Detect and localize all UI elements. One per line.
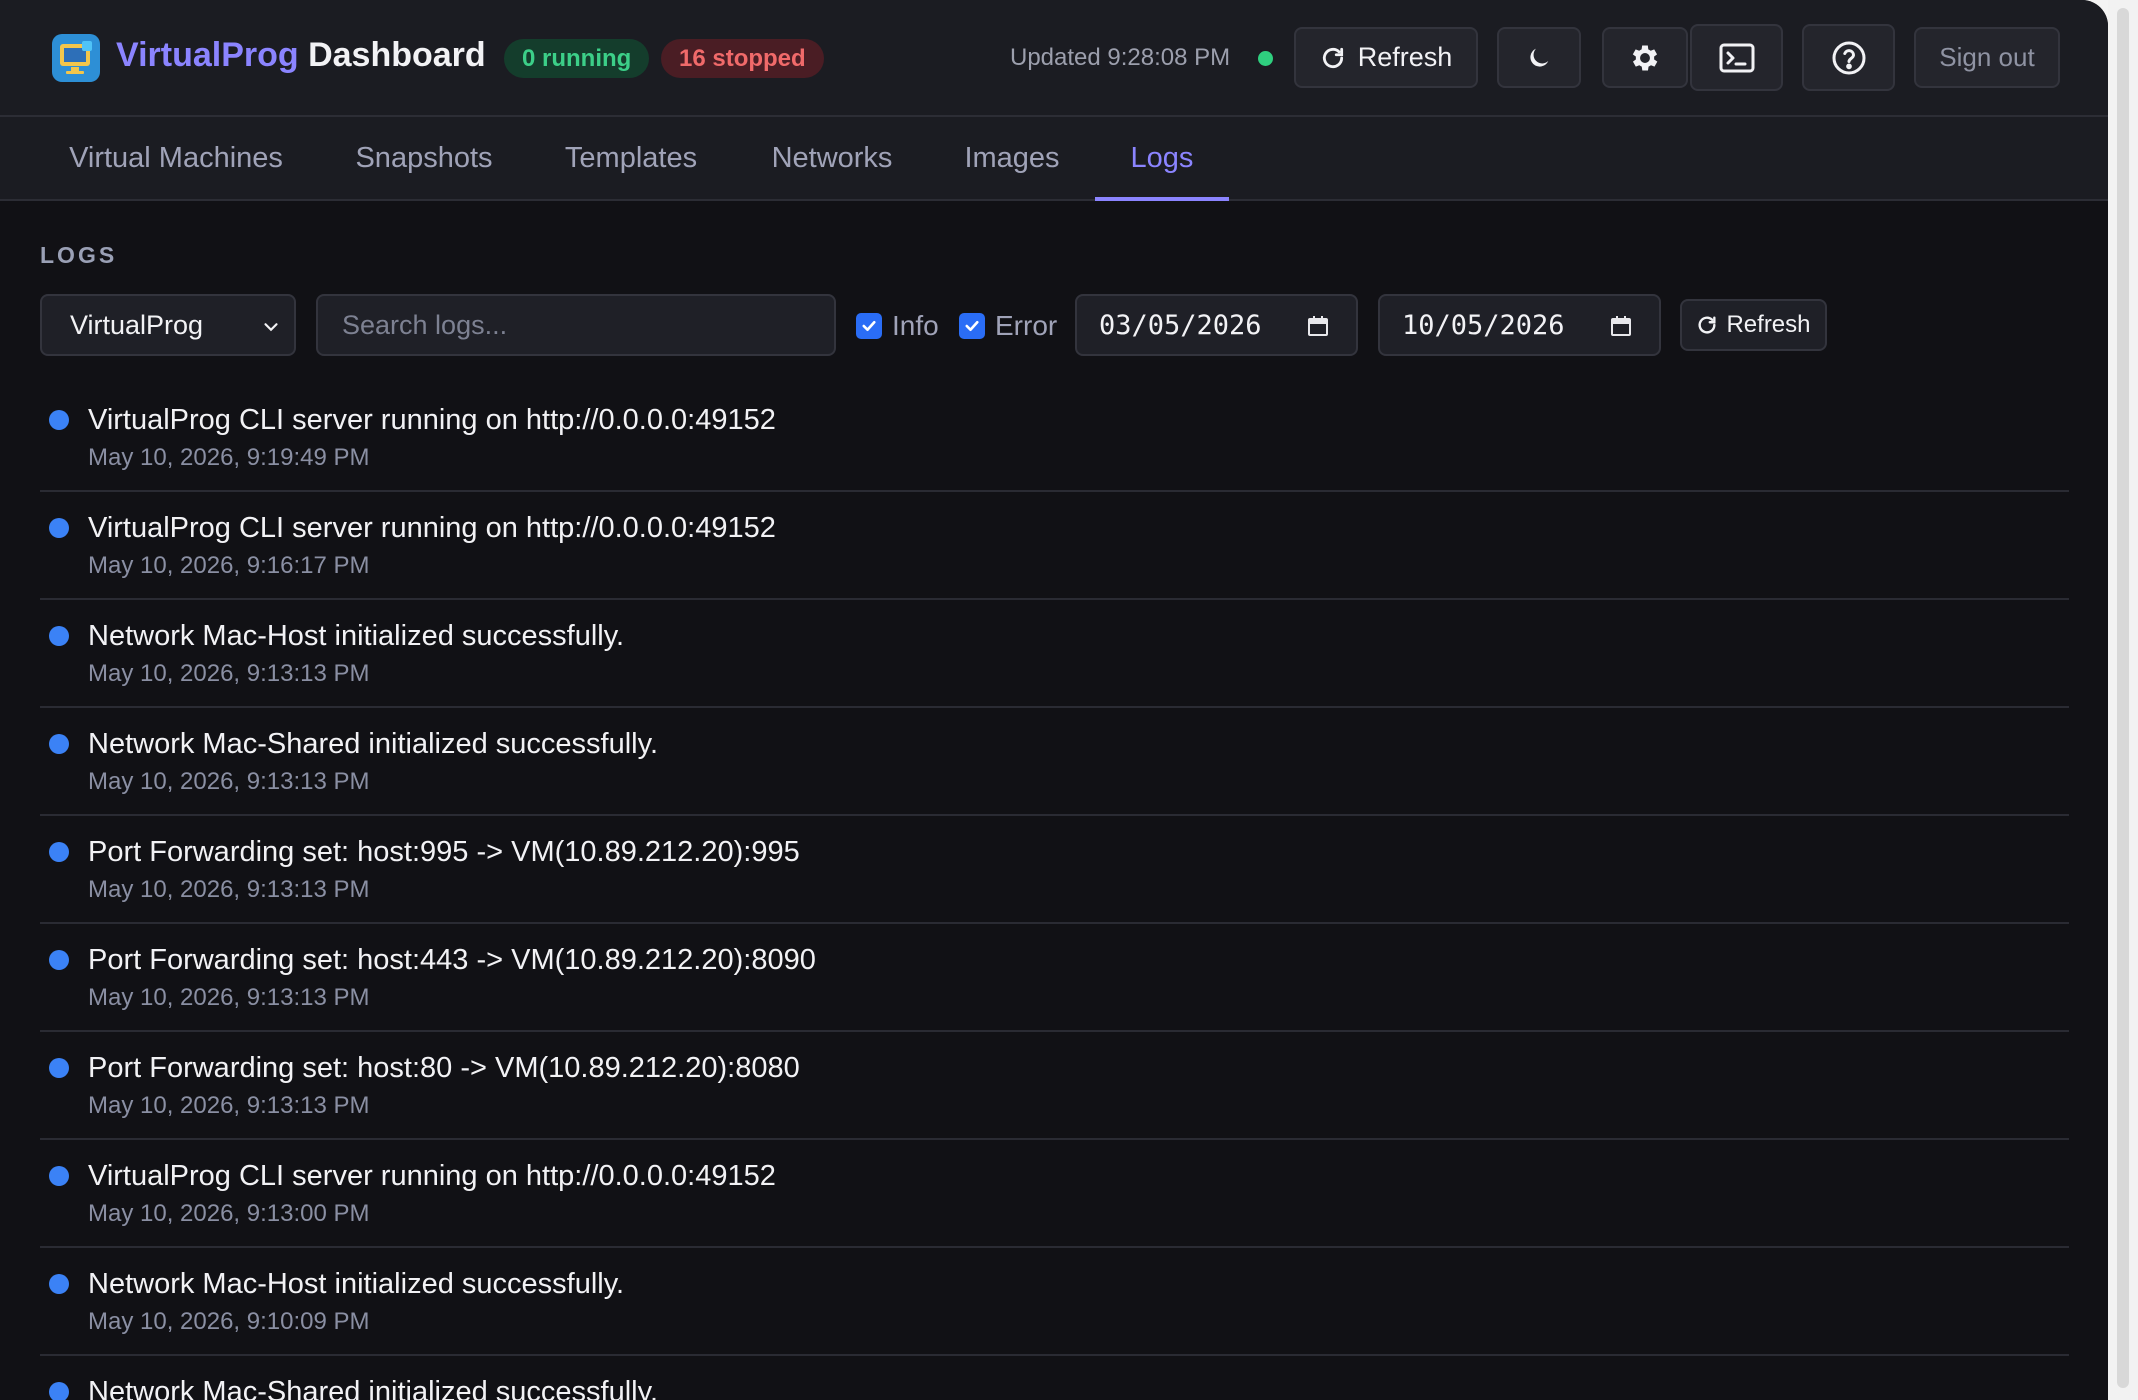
filter-error-label: Error	[995, 310, 1058, 341]
info-level-dot	[49, 1274, 69, 1294]
tab-virtual-machines[interactable]: Virtual Machines	[40, 117, 312, 199]
refresh-icon	[1322, 47, 1343, 68]
date-to-value: 10/05/2026	[1402, 309, 1565, 341]
log-entry: VirtualProg CLI server running on http:/…	[40, 492, 2069, 600]
log-entry: Network Mac-Shared initialized successfu…	[40, 708, 2069, 816]
filter-info-checkbox[interactable]: Info	[856, 310, 939, 342]
info-level-dot	[49, 734, 69, 754]
running-count-badge: 0 running	[504, 39, 650, 78]
checkbox-checked-icon	[959, 313, 985, 339]
scrollbar-thumb[interactable]	[2117, 8, 2129, 1388]
brand-rest-text: Dashboard	[298, 36, 486, 74]
logs-refresh-button[interactable]: Refresh	[1680, 299, 1827, 351]
log-message: Network Mac-Shared initialized successfu…	[88, 728, 659, 760]
filter-info-label: Info	[892, 310, 939, 341]
info-level-dot	[49, 410, 69, 430]
help-button[interactable]	[1802, 24, 1895, 91]
date-from-input[interactable]: 03/05/2026	[1075, 294, 1358, 356]
log-message: VirtualProg CLI server running on http:/…	[88, 404, 776, 436]
brand-accent-text: VirtualProg	[116, 36, 299, 74]
log-message: VirtualProg CLI server running on http:/…	[88, 1160, 776, 1192]
tab-logs[interactable]: Logs	[1095, 117, 1229, 201]
top-header: VirtualProg Dashboard 0 running 16 stopp…	[0, 0, 2108, 117]
calendar-icon[interactable]	[1306, 314, 1330, 338]
log-timestamp: May 10, 2026, 9:13:13 PM	[88, 876, 370, 903]
log-entry: Network Mac-Host initialized successfull…	[40, 600, 2069, 708]
theme-toggle-button[interactable]	[1497, 27, 1581, 88]
log-entry: Port Forwarding set: host:995 -> VM(10.8…	[40, 816, 2069, 924]
log-timestamp: May 10, 2026, 9:13:00 PM	[88, 1200, 370, 1227]
info-level-dot	[49, 1166, 69, 1186]
log-timestamp: May 10, 2026, 9:13:13 PM	[88, 984, 370, 1011]
info-level-dot	[49, 518, 69, 538]
sign-out-button[interactable]: Sign out	[1914, 27, 2060, 88]
info-level-dot	[49, 842, 69, 862]
date-to-input[interactable]: 10/05/2026	[1378, 294, 1661, 356]
search-logs-input[interactable]	[316, 294, 836, 356]
date-from-value: 03/05/2026	[1099, 309, 1262, 341]
tab-templates[interactable]: Templates	[544, 117, 718, 199]
log-entry: Network Mac-Host initialized successfull…	[40, 1248, 2069, 1356]
log-message: Network Mac-Shared initialized successfu…	[88, 1376, 659, 1400]
settings-button[interactable]	[1602, 27, 1688, 88]
tab-snapshots[interactable]: Snapshots	[336, 117, 512, 199]
log-message: Port Forwarding set: host:995 -> VM(10.8…	[88, 836, 800, 868]
header-refresh-label: Refresh	[1357, 42, 1453, 72]
log-timestamp: May 10, 2026, 9:16:17 PM	[88, 552, 370, 579]
calendar-icon[interactable]	[1609, 314, 1633, 338]
terminal-icon	[1719, 43, 1754, 72]
logs-section-title: LOGS	[40, 242, 118, 268]
gear-icon	[1632, 45, 1658, 70]
app-logo-icon	[52, 34, 100, 82]
log-list: VirtualProg CLI server running on http:/…	[40, 384, 2069, 1400]
live-status-dot	[1258, 51, 1273, 66]
stopped-count-badge: 16 stopped	[661, 39, 824, 78]
moon-icon	[1530, 48, 1549, 67]
info-level-dot	[49, 1382, 69, 1400]
log-timestamp: May 10, 2026, 9:13:13 PM	[88, 1092, 370, 1119]
info-level-dot	[49, 950, 69, 970]
last-updated-text: Updated 9:28:08 PM	[1010, 44, 1231, 71]
header-refresh-button[interactable]: Refresh	[1294, 27, 1478, 88]
log-message: VirtualProg CLI server running on http:/…	[88, 512, 776, 544]
refresh-icon	[1698, 316, 1716, 334]
log-timestamp: May 10, 2026, 9:13:13 PM	[88, 768, 370, 795]
info-level-dot	[49, 1058, 69, 1078]
main-tabs: Virtual Machines Snapshots Templates Net…	[0, 117, 2108, 201]
log-source-selected: VirtualProg	[70, 309, 204, 340]
log-message: Network Mac-Host initialized successfull…	[88, 1268, 625, 1300]
logs-refresh-label: Refresh	[1726, 311, 1811, 338]
log-entry: Port Forwarding set: host:443 -> VM(10.8…	[40, 924, 2069, 1032]
terminal-button[interactable]	[1690, 24, 1783, 91]
log-entry: VirtualProg CLI server running on http:/…	[40, 384, 2069, 492]
app-title: VirtualProg Dashboard	[116, 36, 486, 75]
log-source-select[interactable]: VirtualProg	[40, 294, 296, 356]
tab-images[interactable]: Images	[944, 117, 1080, 199]
log-entry: Port Forwarding set: host:80 -> VM(10.89…	[40, 1032, 2069, 1140]
dashboard-window: VirtualProg Dashboard 0 running 16 stopp…	[0, 0, 2108, 1400]
checkbox-checked-icon	[856, 313, 882, 339]
log-entry: Network Mac-Shared initialized successfu…	[40, 1356, 2069, 1400]
chevron-down-icon	[264, 323, 278, 332]
info-level-dot	[49, 626, 69, 646]
log-message: Port Forwarding set: host:80 -> VM(10.89…	[88, 1052, 800, 1084]
log-entry: VirtualProg CLI server running on http:/…	[40, 1140, 2069, 1248]
log-timestamp: May 10, 2026, 9:10:09 PM	[88, 1308, 370, 1335]
filter-error-checkbox[interactable]: Error	[959, 310, 1057, 342]
log-message: Port Forwarding set: host:443 -> VM(10.8…	[88, 944, 816, 976]
log-message: Network Mac-Host initialized successfull…	[88, 620, 625, 652]
log-timestamp: May 10, 2026, 9:19:49 PM	[88, 444, 370, 471]
tab-networks[interactable]: Networks	[750, 117, 914, 199]
help-icon	[1832, 41, 1865, 74]
log-timestamp: May 10, 2026, 9:13:13 PM	[88, 660, 370, 687]
page-scrollbar[interactable]	[2108, 0, 2138, 1400]
